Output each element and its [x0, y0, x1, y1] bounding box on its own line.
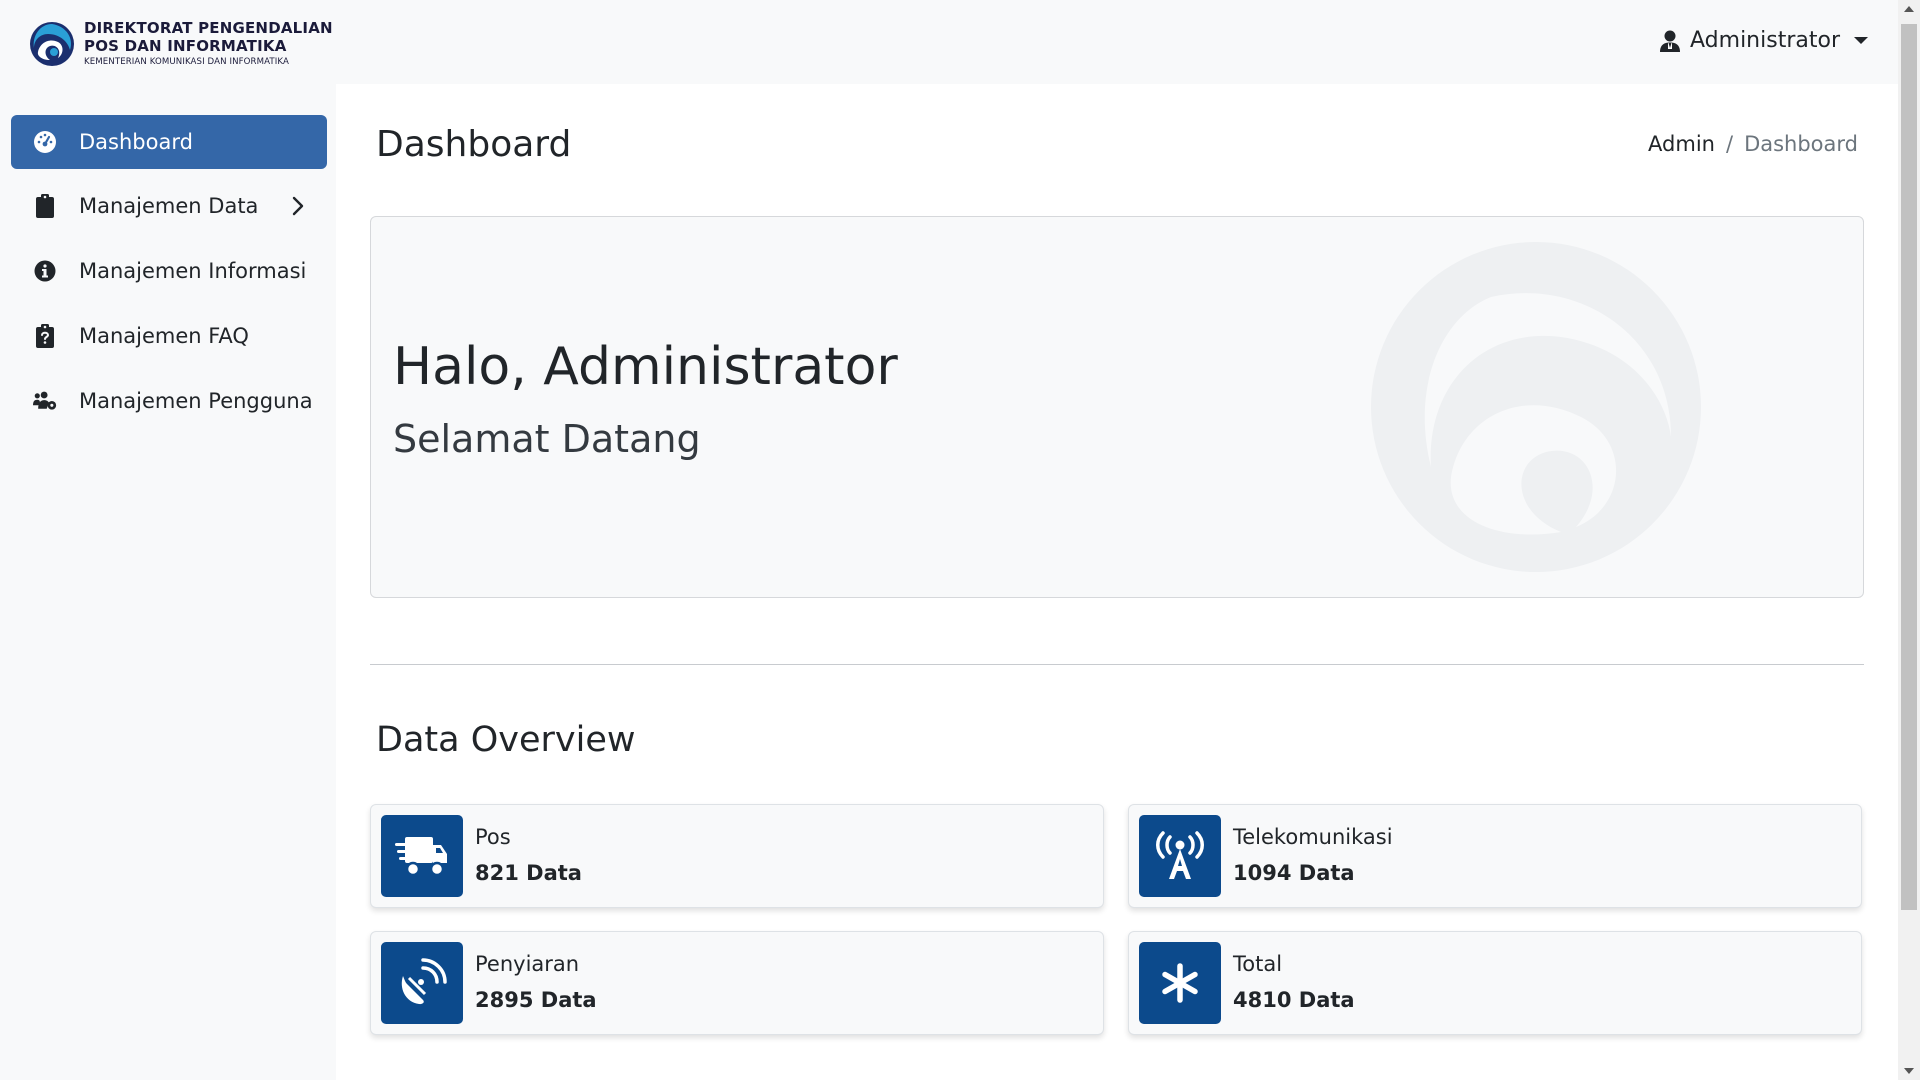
stat-label: Penyiaran: [475, 952, 580, 976]
satellite-dish-icon: [381, 942, 463, 1024]
sidebar-item-label: Manajemen FAQ: [79, 324, 249, 348]
tower-broadcast-icon: [1139, 815, 1221, 897]
sidebar-item-label: Manajemen Informasi: [79, 259, 307, 283]
stat-value: 4810 Data: [1233, 988, 1355, 1012]
info-circle-icon: [33, 259, 57, 283]
kominfo-logo-icon: [30, 22, 74, 66]
stat-card-penyiaran[interactable]: Penyiaran 2895 Data: [370, 931, 1104, 1035]
truck-fast-icon: [381, 815, 463, 897]
clipboard-question-icon: [33, 324, 57, 348]
brand[interactable]: DIREKTORAT PENGENDALIAN POS DAN INFORMAT…: [28, 20, 333, 68]
sidebar: Dashboard Manajemen Data Manajemen Infor…: [0, 84, 336, 1080]
user-name: Administrator: [1690, 28, 1840, 53]
chevron-down-icon: [1854, 37, 1868, 44]
user-icon: [1660, 30, 1681, 52]
chevron-right-icon: [292, 196, 304, 216]
sidebar-item-manajemen-informasi[interactable]: Manajemen Informasi: [11, 244, 327, 298]
sidebar-item-manajemen-pengguna[interactable]: Manajemen Pengguna: [11, 374, 327, 428]
greeting-heading: Halo, Administrator: [393, 337, 898, 397]
brand-subtitle: KEMENTERIAN KOMUNIKASI DAN INFORMATIKA: [84, 57, 289, 68]
breadcrumb: Admin / Dashboard: [1648, 132, 1858, 156]
vertical-scrollbar[interactable]: [1898, 0, 1920, 1080]
brand-title-line2: POS DAN INFORMATIKA: [84, 37, 287, 56]
page-title: Dashboard: [376, 124, 572, 165]
main-content: Dashboard Admin / Dashboard Halo, Admini…: [336, 84, 1898, 1080]
brand-title-line1: DIREKTORAT PENGENDALIAN: [84, 19, 333, 38]
stat-label: Total: [1233, 952, 1283, 976]
kominfo-watermark-icon: [1371, 242, 1701, 572]
scroll-up-arrow-icon[interactable]: [1904, 6, 1914, 12]
users-gear-icon: [33, 389, 57, 413]
stat-card-total[interactable]: Total 4810 Data: [1128, 931, 1862, 1035]
stat-label: Pos: [475, 825, 511, 849]
sidebar-item-manajemen-faq[interactable]: Manajemen FAQ: [11, 309, 327, 363]
greeting-subtitle: Selamat Datang: [393, 417, 701, 461]
sidebar-item-label: Manajemen Pengguna: [79, 389, 313, 413]
stat-label: Telekomunikasi: [1233, 825, 1393, 849]
breadcrumb-separator: /: [1725, 132, 1734, 156]
stat-value: 2895 Data: [475, 988, 597, 1012]
welcome-banner: Halo, Administrator Selamat Datang: [370, 216, 1864, 598]
clipboard-icon: [33, 194, 57, 218]
sidebar-item-label: Manajemen Data: [79, 194, 259, 218]
data-overview-title: Data Overview: [376, 720, 636, 760]
stat-value: 1094 Data: [1233, 861, 1355, 885]
dashboard-gauge-icon: [33, 130, 57, 154]
stat-card-telekomunikasi[interactable]: Telekomunikasi 1094 Data: [1128, 804, 1862, 908]
stat-card-pos[interactable]: Pos 821 Data: [370, 804, 1104, 908]
asterisk-icon: [1139, 942, 1221, 1024]
sidebar-item-label: Dashboard: [79, 130, 193, 154]
top-navbar: DIREKTORAT PENGENDALIAN POS DAN INFORMAT…: [0, 0, 1898, 84]
sidebar-item-manajemen-data[interactable]: Manajemen Data: [11, 179, 327, 233]
scroll-down-arrow-icon[interactable]: [1904, 1068, 1914, 1074]
breadcrumb-item-current: Dashboard: [1744, 132, 1858, 156]
stat-value: 821 Data: [475, 861, 582, 885]
sidebar-item-dashboard[interactable]: Dashboard: [11, 115, 327, 169]
breadcrumb-item-admin[interactable]: Admin: [1648, 132, 1715, 156]
user-menu-dropdown[interactable]: Administrator: [1660, 28, 1868, 53]
section-divider: [370, 664, 1864, 665]
scrollbar-thumb[interactable]: [1901, 24, 1917, 910]
